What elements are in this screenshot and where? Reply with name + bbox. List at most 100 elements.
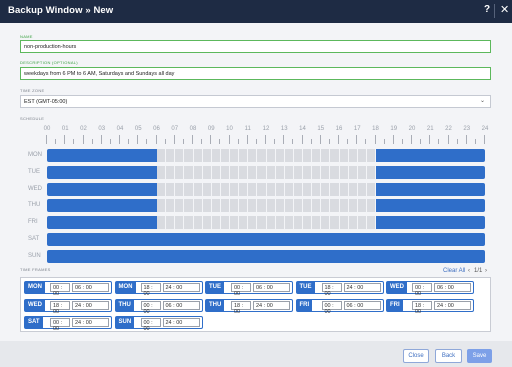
inactive-time-cell[interactable] (293, 165, 302, 179)
back-button[interactable]: Back (435, 349, 462, 363)
inactive-time-cell[interactable] (284, 199, 293, 213)
inactive-time-cell[interactable] (157, 182, 166, 196)
inactive-time-cell[interactable] (275, 182, 284, 196)
time-frame-chip[interactable]: THU00 : 00–06 : 00 (114, 298, 203, 315)
inactive-time-cell[interactable] (166, 149, 175, 162)
inactive-time-cell[interactable] (157, 199, 166, 213)
inactive-time-cell[interactable] (184, 165, 193, 179)
inactive-time-cell[interactable] (193, 149, 202, 162)
inactive-time-cell[interactable] (220, 165, 229, 179)
close-button[interactable]: Close (403, 349, 429, 363)
inactive-time-cell[interactable] (230, 199, 239, 213)
inactive-time-cell[interactable] (175, 149, 184, 162)
inactive-time-cell[interactable] (357, 199, 366, 213)
inactive-time-cell[interactable] (248, 216, 257, 230)
time-frame-start-input[interactable]: 18 : 00 (321, 283, 342, 297)
inactive-time-cell[interactable] (157, 216, 166, 230)
time-frame-end-input[interactable]: 06 : 00 (162, 300, 200, 310)
inactive-time-cell[interactable] (303, 165, 312, 179)
name-input[interactable]: non-production-hours (20, 40, 491, 53)
inactive-time-cell[interactable] (211, 149, 220, 162)
time-frame-start-input[interactable]: 18 : 00 (50, 300, 70, 315)
active-time-block[interactable] (375, 216, 485, 230)
inactive-time-cell[interactable] (230, 216, 239, 230)
help-icon[interactable]: ? (484, 4, 490, 15)
time-frame-start-input[interactable]: 18 : 00 (231, 300, 251, 315)
active-time-block[interactable] (47, 149, 157, 162)
inactive-time-cell[interactable] (366, 149, 375, 162)
inactive-time-cell[interactable] (312, 199, 321, 213)
inactive-time-cell[interactable] (303, 216, 312, 230)
inactive-time-cell[interactable] (339, 216, 348, 230)
active-time-block[interactable] (47, 182, 157, 196)
schedule-row-mon[interactable]: MON (20, 149, 486, 163)
time-frame-start-input[interactable]: 18 : 00 (140, 283, 161, 297)
schedule-row-sat[interactable]: SAT (20, 233, 486, 247)
time-frame-end-input[interactable]: 24 : 00 (72, 318, 109, 327)
inactive-time-cell[interactable] (248, 149, 257, 162)
inactive-time-cell[interactable] (312, 149, 321, 162)
active-time-block[interactable] (375, 182, 485, 196)
inactive-time-cell[interactable] (366, 216, 375, 230)
inactive-time-cell[interactable] (303, 199, 312, 213)
inactive-time-cell[interactable] (348, 199, 357, 213)
inactive-time-cell[interactable] (266, 199, 275, 213)
inactive-time-cell[interactable] (248, 182, 257, 196)
inactive-time-cell[interactable] (321, 199, 330, 213)
active-time-block[interactable] (375, 199, 485, 213)
time-frame-end-input[interactable]: 24 : 00 (72, 300, 109, 310)
time-frame-chip[interactable]: WED18 : 00–24 : 00 (24, 298, 112, 315)
inactive-time-cell[interactable] (366, 199, 375, 213)
inactive-time-cell[interactable] (175, 182, 184, 196)
active-time-block[interactable] (47, 165, 157, 179)
inactive-time-cell[interactable] (202, 199, 211, 213)
inactive-time-cell[interactable] (220, 182, 229, 196)
active-time-block[interactable] (375, 165, 485, 179)
inactive-time-cell[interactable] (202, 165, 211, 179)
time-frame-chip[interactable]: TUE18 : 00–24 : 00 (295, 281, 384, 297)
active-time-block[interactable] (47, 216, 157, 230)
inactive-time-cell[interactable] (202, 216, 211, 230)
inactive-time-cell[interactable] (357, 149, 366, 162)
inactive-time-cell[interactable] (166, 216, 175, 230)
schedule-row-thu[interactable]: THU (20, 199, 486, 213)
time-frame-start-input[interactable]: 00 : 00 (140, 300, 161, 315)
inactive-time-cell[interactable] (339, 199, 348, 213)
time-frame-end-input[interactable]: 06 : 00 (72, 283, 109, 292)
inactive-time-cell[interactable] (257, 182, 266, 196)
timezone-select[interactable]: EST (GMT-05:00) ⌄ (20, 95, 491, 108)
inactive-time-cell[interactable] (239, 182, 248, 196)
inactive-time-cell[interactable] (330, 182, 339, 196)
inactive-time-cell[interactable] (175, 216, 184, 230)
inactive-time-cell[interactable] (348, 182, 357, 196)
inactive-time-cell[interactable] (348, 149, 357, 162)
inactive-time-cell[interactable] (211, 165, 220, 179)
inactive-time-cell[interactable] (321, 165, 330, 179)
inactive-time-cell[interactable] (184, 182, 193, 196)
inactive-time-cell[interactable] (193, 199, 202, 213)
inactive-time-cell[interactable] (321, 182, 330, 196)
inactive-time-cell[interactable] (339, 149, 348, 162)
time-frame-chip[interactable]: FRI18 : 00–24 : 00 (386, 298, 474, 315)
time-frame-start-input[interactable]: 00 : 00 (50, 318, 70, 332)
inactive-time-cell[interactable] (339, 165, 348, 179)
time-frame-start-input[interactable]: 00 : 00 (50, 283, 70, 297)
inactive-time-cell[interactable] (330, 216, 339, 230)
inactive-time-cell[interactable] (275, 199, 284, 213)
inactive-time-cell[interactable] (339, 182, 348, 196)
inactive-time-cell[interactable] (175, 165, 184, 179)
inactive-time-cell[interactable] (211, 216, 220, 230)
inactive-time-cell[interactable] (284, 182, 293, 196)
prev-page-icon[interactable]: ‹ (468, 268, 470, 274)
time-frame-end-input[interactable]: 06 : 00 (253, 283, 290, 292)
inactive-time-cell[interactable] (230, 182, 239, 196)
inactive-time-cell[interactable] (248, 165, 257, 179)
time-frame-end-input[interactable]: 24 : 00 (434, 300, 471, 310)
inactive-time-cell[interactable] (220, 216, 229, 230)
active-time-block[interactable] (375, 149, 485, 162)
inactive-time-cell[interactable] (330, 199, 339, 213)
inactive-time-cell[interactable] (211, 199, 220, 213)
inactive-time-cell[interactable] (293, 149, 302, 162)
inactive-time-cell[interactable] (248, 199, 257, 213)
inactive-time-cell[interactable] (239, 199, 248, 213)
